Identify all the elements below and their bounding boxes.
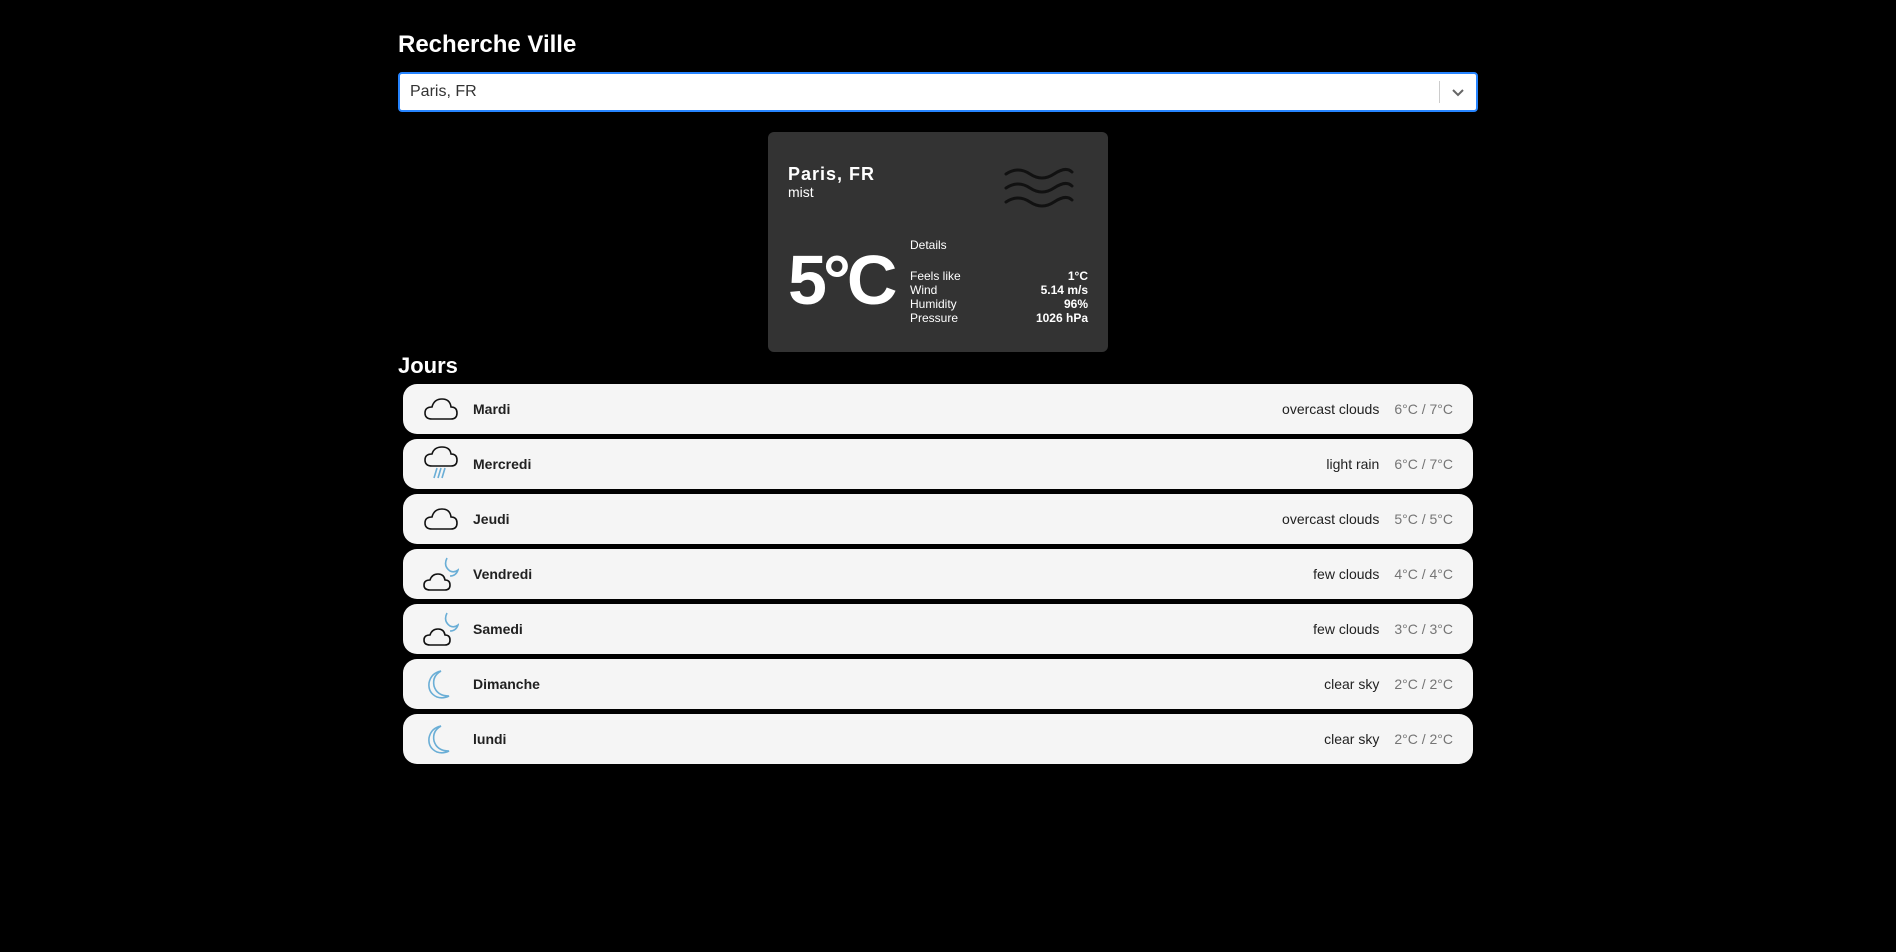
forecast-day-name: Dimanche [473, 676, 540, 692]
forecast-title: Jours [398, 353, 458, 378]
forecast-day-name: Mercredi [473, 456, 532, 472]
chevron-down-icon[interactable] [1440, 74, 1476, 110]
forecast-day-samedi[interactable]: Samedi few clouds 3°C / 3°C [403, 604, 1473, 654]
forecast-day-description: overcast clouds [1282, 511, 1380, 527]
overcast-clouds-icon [423, 501, 459, 537]
forecast-day-name: Vendredi [473, 566, 533, 582]
forecast-day-temp: 2°C / 2°C [1394, 731, 1453, 747]
detail-value: 1°C [1067, 269, 1088, 283]
current-description: mist [788, 184, 814, 200]
clear-sky-night-icon [423, 666, 459, 702]
forecast-day-temp: 6°C / 7°C [1394, 456, 1453, 472]
forecast-day-mardi[interactable]: Mardi overcast clouds 6°C / 7°C [403, 384, 1473, 434]
forecast-day-name: lundi [473, 731, 507, 747]
detail-label: Humidity [910, 297, 957, 311]
forecast-day-name: Samedi [473, 621, 523, 637]
detail-row-feels-like: Feels like 1°C [910, 269, 1088, 283]
current-temperature: 5°C [788, 241, 898, 319]
forecast-list: Mardi overcast clouds 6°C / 7°C Mercredi… [403, 384, 1473, 769]
detail-label: Wind [910, 283, 938, 297]
forecast-day-temp: 2°C / 2°C [1394, 676, 1453, 692]
forecast-day-description: overcast clouds [1282, 401, 1380, 417]
forecast-day-vendredi[interactable]: Vendredi few clouds 4°C / 4°C [403, 549, 1473, 599]
detail-row-pressure: Pressure 1026 hPa [910, 311, 1088, 325]
forecast-day-temp: 5°C / 5°C [1394, 511, 1453, 527]
current-city: Paris, FR [788, 164, 876, 184]
forecast-day-temp: 6°C / 7°C [1394, 401, 1453, 417]
detail-value: 96% [1063, 297, 1088, 311]
overcast-clouds-icon [423, 391, 459, 427]
forecast-day-temp: 4°C / 4°C [1394, 566, 1453, 582]
forecast-day-name: Mardi [473, 401, 511, 417]
few-clouds-night-icon [423, 611, 459, 647]
forecast-day-dimanche[interactable]: Dimanche clear sky 2°C / 2°C [403, 659, 1473, 709]
forecast-day-mercredi[interactable]: Mercredi light rain 6°C / 7°C [403, 439, 1473, 489]
detail-value: 5.14 m/s [1040, 283, 1088, 297]
detail-row-humidity: Humidity 96% [910, 297, 1088, 311]
details-list: Feels like 1°C Wind 5.14 m/s Humidity 96… [910, 269, 1088, 325]
few-clouds-night-icon [423, 556, 459, 592]
forecast-day-description: clear sky [1324, 676, 1380, 692]
detail-value: 1026 hPa [1035, 311, 1088, 325]
forecast-day-lundi[interactable]: lundi clear sky 2°C / 2°C [403, 714, 1473, 764]
forecast-day-description: few clouds [1313, 566, 1380, 582]
city-select[interactable]: Paris, FR [398, 72, 1478, 112]
detail-row-wind: Wind 5.14 m/s [910, 283, 1088, 297]
forecast-day-jeudi[interactable]: Jeudi overcast clouds 5°C / 5°C [403, 494, 1473, 544]
light-rain-icon [423, 446, 459, 482]
details-title: Details [910, 238, 947, 252]
app-container: Recherche Ville Paris, FR Paris, FR mist… [398, 28, 1478, 764]
search-title: Recherche Ville [398, 31, 577, 58]
mist-icon [1002, 164, 1074, 212]
detail-label: Feels like [910, 269, 961, 283]
forecast-day-description: light rain [1326, 456, 1380, 472]
forecast-day-name: Jeudi [473, 511, 510, 527]
detail-label: Pressure [910, 311, 959, 325]
current-weather-card: Paris, FR mist 5°C Details Feels like 1°… [768, 132, 1108, 352]
forecast-day-temp: 3°C / 3°C [1394, 621, 1453, 637]
forecast-day-description: few clouds [1313, 621, 1380, 637]
clear-sky-night-icon [423, 721, 459, 757]
city-select-value[interactable]: Paris, FR [400, 83, 1439, 101]
forecast-day-description: clear sky [1324, 731, 1380, 747]
